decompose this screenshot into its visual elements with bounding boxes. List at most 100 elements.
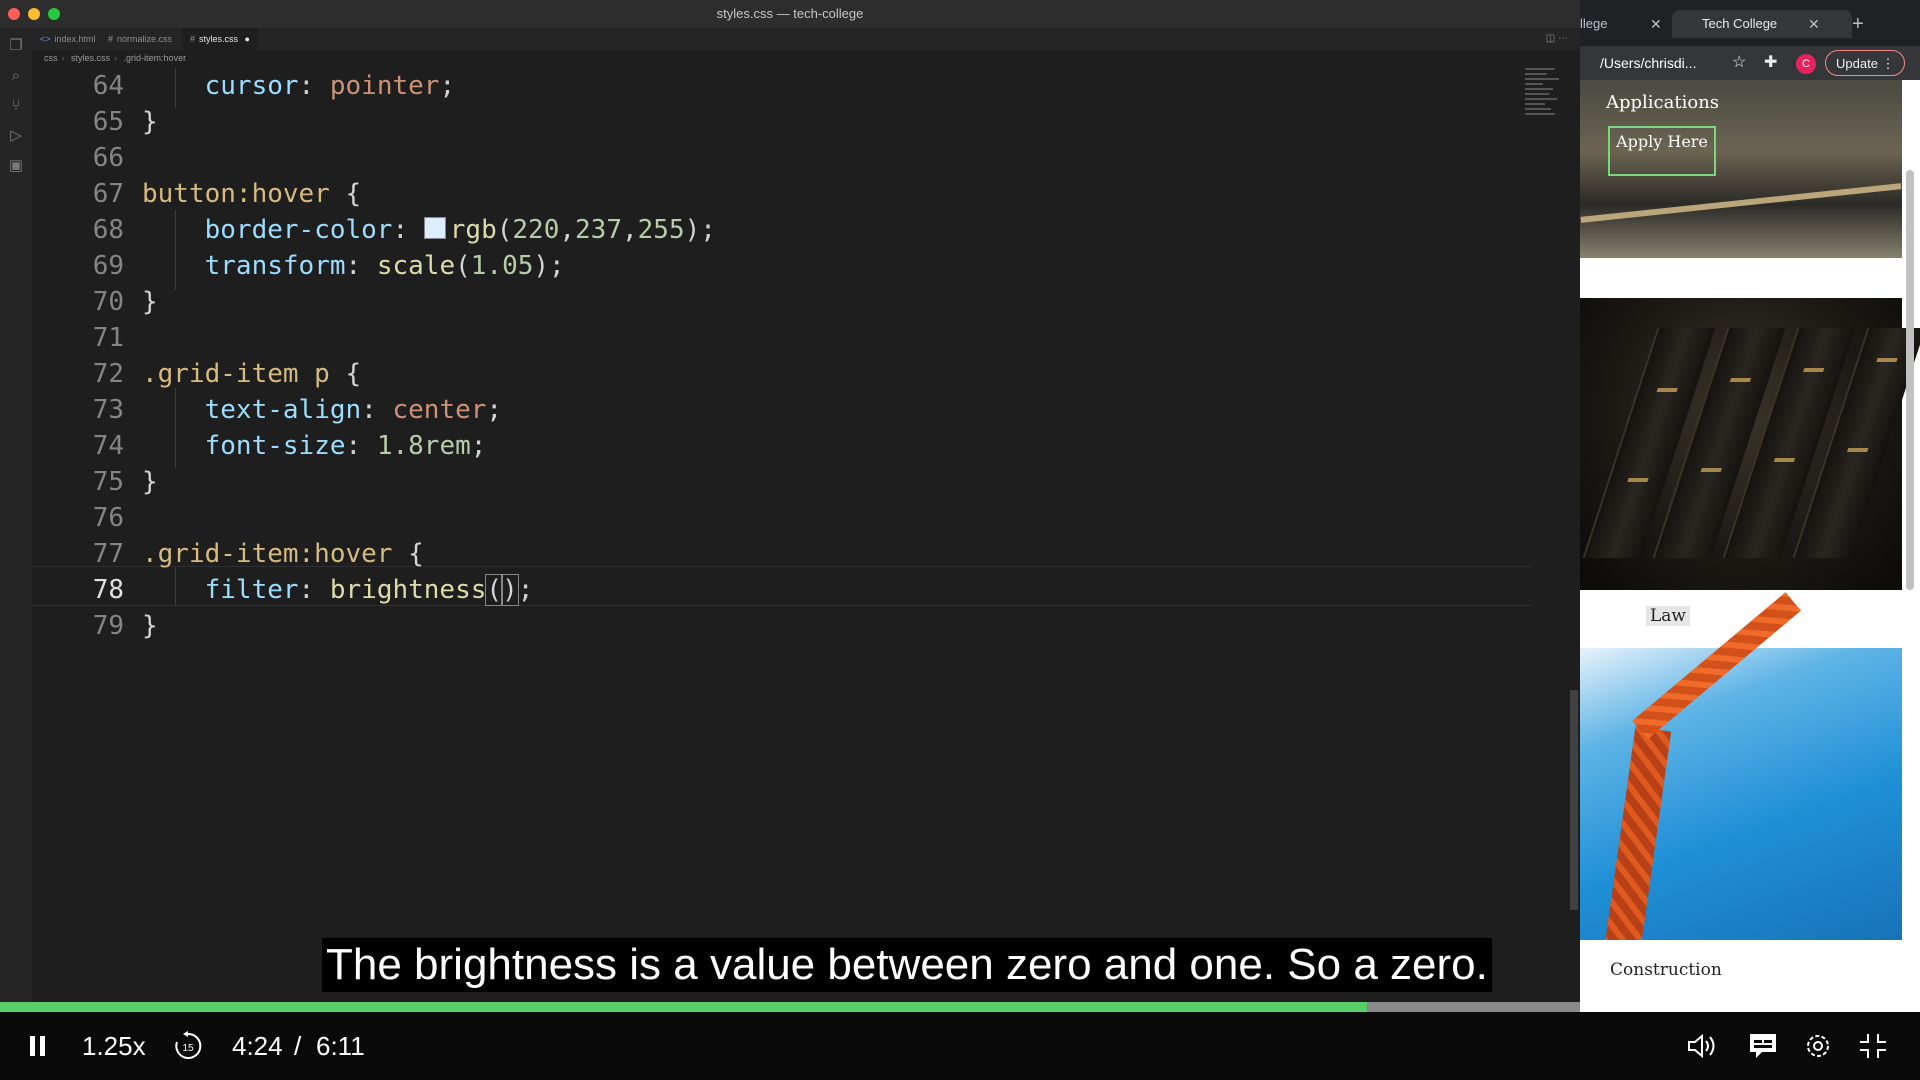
rewind-15-icon[interactable]: 15	[172, 1030, 204, 1067]
line-number: 72	[92, 359, 124, 389]
code-text[interactable]: }	[142, 282, 158, 322]
code-line[interactable]: 64 cursor: pointer;	[32, 66, 1532, 106]
code-text[interactable]: text-align: center;	[142, 390, 502, 430]
browser-scrollbar[interactable]	[1906, 170, 1914, 590]
crane-graphic	[1604, 726, 1672, 950]
close-tab-icon[interactable]: ✕	[1650, 10, 1662, 38]
line-number: 71	[92, 323, 124, 353]
browser-tab-active[interactable]: Tech College	[1672, 10, 1852, 38]
breadcrumb-item[interactable]: .grid-item:hover	[124, 53, 187, 63]
line-number: 68	[92, 215, 124, 245]
pause-icon[interactable]	[28, 1034, 48, 1063]
line-number: 70	[92, 287, 124, 317]
stair-rail-graphic	[1580, 183, 1902, 223]
breadcrumb-item[interactable]: styles.css	[71, 53, 110, 63]
line-number: 73	[92, 395, 124, 425]
tab-title: Tech College	[1702, 16, 1778, 31]
html-file-icon: <>	[40, 34, 51, 44]
code-line[interactable]: 73 text-align: center;	[32, 390, 1532, 430]
breadcrumb-item[interactable]: css	[44, 53, 58, 63]
code-text[interactable]: }	[142, 606, 158, 646]
minimap[interactable]	[1525, 68, 1565, 148]
split-editor-icon[interactable]: ◫ ⋯	[1546, 28, 1568, 50]
breadcrumb: css › styles.css › .grid-item:hover	[44, 53, 187, 63]
editor-scrollbar[interactable]	[1570, 690, 1578, 910]
update-button[interactable]: Update ⋮	[1825, 50, 1905, 76]
extensions-puzzle-icon[interactable]: ✚	[1764, 52, 1777, 74]
video-progress-bar[interactable]	[0, 1002, 1920, 1012]
law-image[interactable]	[1580, 298, 1920, 590]
code-line[interactable]: 77 .grid-item:hover {	[32, 534, 1532, 574]
code-line[interactable]: 72 .grid-item p {	[32, 354, 1532, 394]
minimize-window-button[interactable]	[28, 8, 40, 20]
browser-window: llege ✕ Tech College ✕ + /Users/chrisdi.…	[1580, 0, 1920, 1080]
search-icon[interactable]: ⌕	[6, 66, 26, 86]
tab-normalize-css[interactable]: # normalize.css	[100, 28, 180, 50]
code-text[interactable]: transform: scale(1.05);	[142, 246, 565, 286]
update-label: Update	[1836, 56, 1878, 71]
code-editor-window: styles.css — tech-college ❐ ⌕ ⑂ ▷ ▣ <> in…	[0, 0, 1580, 1080]
color-swatch[interactable]	[423, 216, 446, 239]
tab-index-html[interactable]: <> index.html	[32, 28, 104, 50]
browser-tab-inactive[interactable]: llege	[1580, 10, 1607, 38]
avatar[interactable]: C	[1796, 54, 1816, 74]
address-bar[interactable]: /Users/chrisdi...	[1580, 50, 1730, 76]
volume-icon[interactable]	[1686, 1032, 1718, 1065]
browser-toolbar: /Users/chrisdi... ☆ ✚ C Update ⋮	[1580, 46, 1920, 80]
line-number: 64	[92, 71, 124, 101]
maximize-window-button[interactable]	[48, 8, 60, 20]
code-text[interactable]: .grid-item p {	[142, 354, 361, 394]
code-text[interactable]: cursor: pointer;	[142, 66, 455, 106]
close-tab-icon[interactable]: ✕	[1808, 10, 1820, 38]
exit-fullscreen-icon[interactable]	[1858, 1032, 1888, 1065]
unsaved-dot-icon[interactable]: ●	[245, 34, 250, 44]
line-number: 79	[92, 611, 124, 641]
playback-speed-button[interactable]: 1.25x	[82, 1012, 146, 1080]
video-controls: 1.25x 15 4:24 / 6:11	[0, 1012, 1920, 1080]
code-line[interactable]: 74 font-size: 1.8rem;	[32, 426, 1532, 466]
code-line[interactable]: 70}	[32, 282, 1532, 322]
tab-styles-css[interactable]: # styles.css ●	[182, 28, 258, 50]
total-duration: 6:11	[316, 1031, 365, 1061]
code-text[interactable]: button:hover {	[142, 174, 361, 214]
code-line[interactable]: 76	[32, 498, 1532, 538]
code-area[interactable]: 64 cursor: pointer; 65} 66 67 button:hove…	[32, 68, 1572, 998]
code-text[interactable]: }	[142, 462, 158, 502]
new-tab-icon[interactable]: +	[1852, 10, 1864, 38]
close-window-button[interactable]	[8, 8, 20, 20]
code-line[interactable]: 71	[32, 318, 1532, 358]
run-debug-icon[interactable]: ▷	[6, 126, 26, 146]
code-line[interactable]: 67 button:hover {	[32, 174, 1532, 214]
gear-icon[interactable]	[1804, 1032, 1832, 1065]
code-text[interactable]: border-color: rgb(220,237,255);	[142, 210, 716, 250]
code-line[interactable]: 66	[32, 138, 1532, 178]
code-line[interactable]: 69 transform: scale(1.05);	[32, 246, 1532, 286]
construction-image[interactable]	[1580, 592, 1902, 950]
code-line-current[interactable]: 78 filter: brightness();	[32, 570, 1532, 610]
code-text[interactable]: .grid-item:hover {	[142, 534, 424, 574]
extensions-icon[interactable]: ▣	[6, 156, 26, 176]
line-number: 78	[92, 575, 124, 605]
code-line[interactable]: 75}	[32, 462, 1532, 502]
construction-caption: Construction	[1580, 940, 1902, 1000]
code-line[interactable]: 65}	[32, 102, 1532, 142]
captions-icon[interactable]	[1748, 1032, 1778, 1065]
code-line[interactable]: 68 border-color: rgb(220,237,255);	[32, 210, 1532, 250]
subtitle-caption: The brightness is a value between zero a…	[322, 938, 1492, 992]
code-text[interactable]: }	[142, 102, 158, 142]
tab-label: normalize.css	[117, 34, 173, 44]
window-title: styles.css — tech-college	[716, 6, 864, 21]
source-control-icon[interactable]: ⑂	[6, 96, 26, 116]
hero-title: Applications	[1606, 92, 1720, 113]
code-text[interactable]: filter: brightness();	[142, 570, 533, 610]
code-text[interactable]: font-size: 1.8rem;	[142, 426, 487, 466]
svg-text:15: 15	[182, 1043, 194, 1054]
bookmark-star-icon[interactable]: ☆	[1732, 52, 1746, 74]
apply-here-button[interactable]: Apply Here	[1608, 126, 1716, 176]
code-line[interactable]: 79}	[32, 606, 1532, 646]
applications-hero: Applications Apply Here	[1580, 80, 1902, 258]
explorer-icon[interactable]: ❐	[6, 36, 26, 56]
line-number: 76	[92, 503, 124, 533]
line-number: 65	[92, 107, 124, 137]
line-number: 69	[92, 251, 124, 281]
